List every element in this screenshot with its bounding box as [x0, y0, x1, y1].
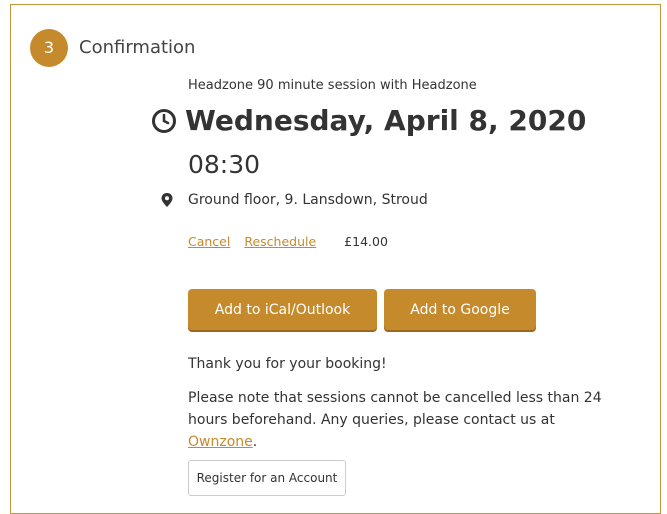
add-to-google-button[interactable]: Add to Google: [384, 289, 536, 330]
booking-links-row: Cancel Reschedule £14.00: [188, 234, 388, 249]
step-title: Confirmation: [79, 37, 196, 58]
note-suffix: .: [252, 434, 258, 450]
booking-price: £14.00: [344, 234, 388, 249]
register-account-button[interactable]: Register for an Account: [188, 460, 346, 496]
thank-you-message: Thank you for your booking!: [188, 356, 387, 372]
booking-date: Wednesday, April 8, 2020: [185, 104, 587, 137]
cancel-link[interactable]: Cancel: [188, 234, 230, 249]
booking-date-row: Wednesday, April 8, 2020: [151, 104, 586, 137]
booking-location: Ground floor, 9. Lansdown, Stroud: [188, 192, 428, 208]
cancellation-note: Please note that sessions cannot be canc…: [188, 387, 628, 453]
session-name: Headzone 90 minute session with Headzone: [188, 78, 477, 93]
reschedule-link[interactable]: Reschedule: [244, 234, 316, 249]
add-to-ical-button[interactable]: Add to iCal/Outlook: [188, 289, 377, 330]
ownzone-link[interactable]: Ownzone: [188, 434, 253, 450]
step-number-badge: 3: [30, 29, 68, 67]
clock-icon: [152, 108, 176, 133]
booking-location-row: Ground floor, 9. Lansdown, Stroud: [161, 192, 428, 208]
map-pin-icon: [161, 193, 173, 207]
booking-time: 08:30: [188, 150, 261, 179]
note-text: Please note that sessions cannot be canc…: [188, 390, 602, 428]
